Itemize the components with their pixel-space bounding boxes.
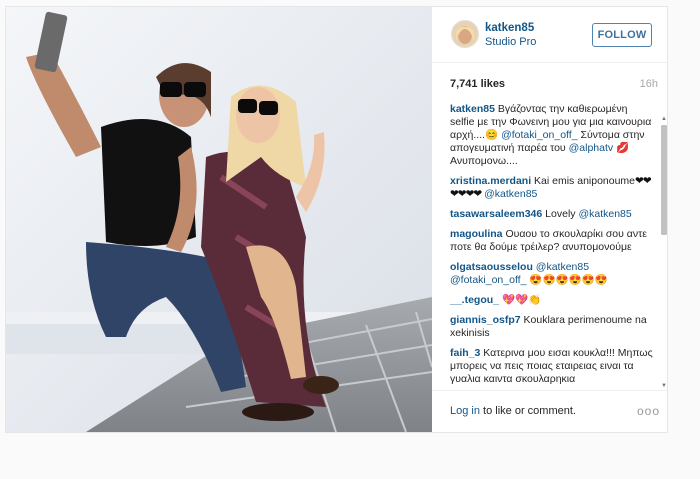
list-item: tasawarsaleem346 Lovely @katken85 [450, 208, 654, 221]
mention-link[interactable]: @katken85 [484, 188, 537, 200]
list-item: giannis_osfp7 Kouklara perimenoume na xe… [450, 314, 654, 340]
mention-link[interactable]: @fotaki_on_off_ [501, 129, 577, 141]
clap-emoji-icon: 👏 [528, 294, 542, 306]
follow-button[interactable]: FOLLOW [592, 23, 652, 47]
comments-scrollbar[interactable]: ▲ ▼ [660, 116, 668, 389]
likes-count[interactable]: 7,741 likes [450, 78, 505, 90]
mention-link[interactable]: @katken85 [536, 261, 589, 273]
comment-user[interactable]: magoulina [450, 228, 503, 240]
post-header: katken85 Studio Pro FOLLOW [432, 7, 667, 63]
scroll-up-arrow-icon[interactable]: ▲ [660, 116, 668, 122]
login-prompt-text: to like or comment. [479, 405, 576, 417]
post-sidebar: katken85 Studio Pro FOLLOW 7,741 likes 1… [432, 7, 667, 432]
username-link[interactable]: katken85 [485, 22, 534, 34]
list-item: katken85 Βγάζοντας την καθιερωμένη selfi… [450, 103, 654, 168]
mention-link[interactable]: @fotaki_on_off_ [450, 274, 526, 286]
avatar[interactable] [451, 20, 479, 48]
post-meta: 7,741 likes 16h [450, 78, 658, 94]
scroll-down-arrow-icon[interactable]: ▼ [660, 383, 668, 389]
comment-user[interactable]: giannis_osfp7 [450, 314, 521, 326]
comment-user[interactable]: katken85 [450, 103, 495, 115]
post-footer: Log in to like or comment. ooo [432, 390, 667, 432]
list-item: magoulina Ουαου το σκουλαρίκι σου αντε π… [450, 228, 654, 254]
list-item: __.tegou_ 💖💖👏 [450, 294, 654, 307]
location-link[interactable]: Studio Pro [485, 36, 536, 48]
list-item: olgatsaousselou @katken85 @fotaki_on_off… [450, 261, 654, 287]
post-photo[interactable] [6, 7, 432, 432]
comment-user[interactable]: faih_3 [450, 347, 480, 359]
comment-text: Lovely [545, 208, 576, 220]
comment-text: Kai emis aniponoume [534, 175, 636, 187]
login-prompt: Log in to like or comment. [450, 405, 576, 417]
hearts-emoji-icon: 💖💖 [501, 294, 529, 306]
mention-link[interactable]: @alphatv [569, 142, 614, 154]
heart-eyes-emoji-icon: 😍😍😍😍😍😍 [529, 274, 608, 286]
mention-link[interactable]: @katken85 [578, 208, 631, 220]
comments-list[interactable]: katken85 Βγάζοντας την καθιερωμένη selfi… [450, 103, 654, 386]
more-options-icon[interactable]: ooo [637, 404, 660, 418]
login-link[interactable]: Log in [450, 405, 480, 417]
smile-emoji-icon: 😊 [485, 129, 499, 141]
comment-user[interactable]: __.tegou_ [450, 294, 499, 306]
kiss-emoji-icon: 💋 [616, 142, 630, 154]
comment-user[interactable]: tasawarsaleem346 [450, 208, 542, 220]
post-card: katken85 Studio Pro FOLLOW 7,741 likes 1… [5, 6, 668, 433]
list-item: faih_3 Κατερινα μου εισαι κουκλα!!! Μηπω… [450, 347, 654, 386]
scroll-thumb[interactable] [661, 125, 667, 235]
list-item: xristina.merdani Kai emis aniponoume❤❤❤❤… [450, 175, 654, 201]
post-time[interactable]: 16h [640, 78, 658, 90]
comment-user[interactable]: olgatsaousselou [450, 261, 533, 273]
comment-user[interactable]: xristina.merdani [450, 175, 531, 187]
comment-text: Κατερινα μου εισαι κουκλα!!! Μηπως μπορε… [450, 347, 653, 385]
comment-text: Ανυπομονω.... [450, 155, 518, 167]
